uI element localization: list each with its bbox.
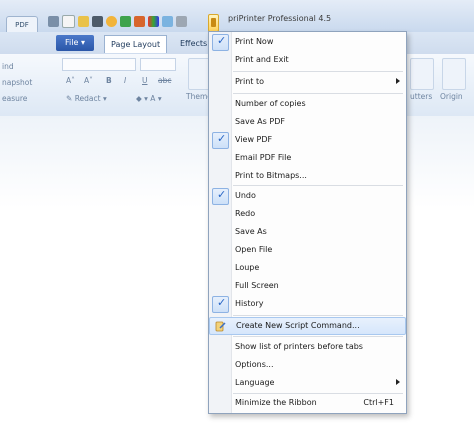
gutters-button[interactable] <box>410 58 434 90</box>
menu-separator <box>233 315 403 316</box>
menu-separator <box>233 93 403 94</box>
submenu-arrow-icon <box>396 78 400 84</box>
menu-item-label: Print and Exit <box>235 55 289 64</box>
menu-item-label: Full Screen <box>235 281 279 290</box>
new-document-icon[interactable] <box>62 14 75 28</box>
submenu-arrow-icon <box>396 379 400 385</box>
menu-item-label: Redo <box>235 209 256 218</box>
redact-icon: ✎ <box>66 94 73 103</box>
file-tab[interactable]: File ▾ <box>56 35 94 51</box>
print-now-check-box: ✓ <box>212 34 229 51</box>
checkmark-icon: ✓ <box>217 132 227 145</box>
menu-item-language[interactable]: Language <box>209 374 406 392</box>
document-tab[interactable]: PDF <box>6 16 38 33</box>
app-title: priPrinter Professional 4.5 <box>228 14 332 23</box>
checkmark-icon: ✓ <box>217 34 227 47</box>
menu-item-label: Loupe <box>235 263 260 272</box>
undo-check-box: ✓ <box>212 188 229 205</box>
grow-font-button[interactable]: A˄ <box>66 76 75 85</box>
shrink-font-button[interactable]: A˅ <box>84 76 93 85</box>
menu-item-create-new-script-command[interactable]: Create New Script Command... <box>209 317 406 335</box>
menu-item-print-now[interactable]: ✓ Print Now <box>209 33 406 51</box>
strikethrough-button[interactable]: abc <box>158 76 171 85</box>
checkmark-icon: ✓ <box>217 296 227 309</box>
font-name-box[interactable] <box>62 58 136 71</box>
underline-button[interactable]: U <box>142 76 148 85</box>
menu-item-label: View PDF <box>235 135 273 144</box>
menu-item-label: Print to <box>235 77 264 86</box>
history-check-box: ✓ <box>212 296 229 313</box>
quick-access-toolbar <box>48 12 187 30</box>
menu-item-open-file[interactable]: Open File <box>209 241 406 259</box>
menu-item-print-and-exit[interactable]: Print and Exit <box>209 51 406 69</box>
shortcut-text: Ctrl+F1 <box>363 398 394 407</box>
menu-item-view-pdf[interactable]: ✓ View PDF <box>209 131 406 149</box>
menu-item-print-to-bitmaps[interactable]: Print to Bitmaps... <box>209 167 406 185</box>
settings-icon[interactable] <box>176 15 187 27</box>
tab-page-layout[interactable]: Page Layout <box>104 35 168 53</box>
customize-toolbar-button[interactable] <box>208 14 219 32</box>
menu-item-show-printers-list[interactable]: Show list of printers before tabs <box>209 338 406 356</box>
menu-item-email-pdf-file[interactable]: Email PDF File <box>209 149 406 167</box>
menu-item-number-of-copies[interactable]: Number of copies <box>209 95 406 113</box>
menu-separator <box>233 185 403 186</box>
color-dropdown[interactable]: ◆ ▾ A ▾ <box>136 94 162 103</box>
origin-label: Origin <box>440 92 463 101</box>
menu-item-save-as[interactable]: Save As <box>209 223 406 241</box>
redact-button[interactable]: ✎ Redact ▾ <box>66 94 107 103</box>
pages-icon[interactable] <box>162 15 173 27</box>
menu-item-loupe[interactable]: Loupe <box>209 259 406 277</box>
italic-button[interactable]: I <box>124 76 126 85</box>
menu-item-label: Save As <box>235 227 267 236</box>
font-size-box[interactable] <box>140 58 176 71</box>
undo-icon[interactable] <box>48 15 59 27</box>
menu-item-label: Language <box>235 378 275 387</box>
smiley-icon[interactable] <box>106 15 117 27</box>
bold-button[interactable]: B <box>106 76 112 85</box>
menu-item-label: History <box>235 299 264 308</box>
menu-item-undo[interactable]: ✓ Undo <box>209 187 406 205</box>
menu-item-label: Print to Bitmaps... <box>235 171 307 180</box>
customize-menu: ✓ Print Now Print and Exit Print to Numb… <box>208 31 407 414</box>
menu-item-history[interactable]: ✓ History <box>209 295 406 313</box>
folder-icon[interactable] <box>78 15 89 27</box>
menu-item-label: Create New Script Command... <box>236 321 360 330</box>
menu-item-label: Number of copies <box>235 99 306 108</box>
file-tab-label: File <box>65 38 79 47</box>
ribbon-find[interactable]: ind <box>2 62 14 71</box>
menu-item-save-as-pdf[interactable]: Save As PDF <box>209 113 406 131</box>
menu-item-label: Options... <box>235 360 274 369</box>
menu-item-label: Email PDF File <box>235 153 292 162</box>
script-icon <box>215 321 226 332</box>
menu-item-label: Save As PDF <box>235 117 285 126</box>
ribbon-measure[interactable]: easure <box>2 94 27 103</box>
menu-separator <box>233 71 403 72</box>
ribbon-snapshot[interactable]: napshot <box>2 78 32 87</box>
menu-item-full-screen[interactable]: Full Screen <box>209 277 406 295</box>
menu-item-redo[interactable]: Redo <box>209 205 406 223</box>
menu-item-label: Print Now <box>235 37 274 46</box>
brush-icon[interactable] <box>134 15 145 27</box>
printer-icon[interactable] <box>92 15 103 27</box>
menu-separator <box>233 336 403 337</box>
view-pdf-check-box: ✓ <box>212 132 229 149</box>
tool-icon[interactable] <box>120 15 131 27</box>
menu-item-label: Show list of printers before tabs <box>235 342 363 351</box>
menu-item-options[interactable]: Options... <box>209 356 406 374</box>
menu-item-label: Open File <box>235 245 273 254</box>
redact-label: Redact <box>74 94 101 103</box>
checkmark-icon: ✓ <box>217 188 227 201</box>
menu-item-label: Undo <box>235 191 256 200</box>
menu-item-print-to[interactable]: Print to <box>209 73 406 91</box>
tab-effects[interactable]: Effects <box>180 35 207 52</box>
script-pin-icon <box>211 18 216 27</box>
gutters-label: utters <box>410 92 433 101</box>
screenshot: PDF priPrinter Professional 4.5 File ▾ P… <box>0 0 474 423</box>
menu-item-label: Minimize the Ribbon <box>235 398 317 407</box>
origin-button[interactable] <box>442 58 466 90</box>
palette-icon[interactable] <box>148 15 159 27</box>
menu-item-minimize-ribbon[interactable]: Minimize the Ribbon Ctrl+F1 <box>209 394 406 412</box>
title-bar: PDF priPrinter Professional 4.5 <box>0 0 474 33</box>
